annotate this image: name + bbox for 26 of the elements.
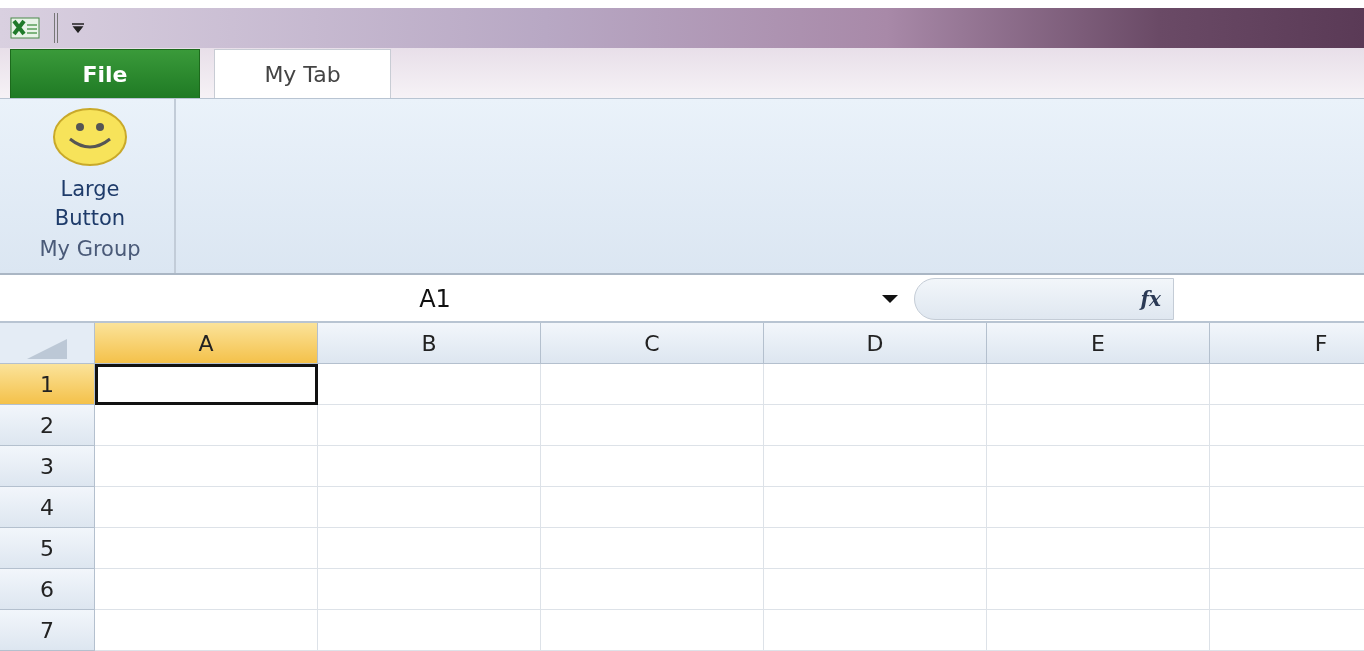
row-header[interactable]: 3: [0, 446, 95, 487]
row-header[interactable]: 4: [0, 487, 95, 528]
customize-toolbar-icon[interactable]: [72, 23, 84, 34]
column-header[interactable]: F: [1210, 323, 1364, 364]
table-cell[interactable]: [95, 364, 318, 405]
corner-triangle-icon: [27, 339, 67, 359]
select-all-corner[interactable]: [0, 323, 95, 364]
spreadsheet-app-icon[interactable]: [10, 17, 40, 40]
row-header[interactable]: 7: [0, 610, 95, 651]
insert-function-button[interactable]: fx: [1140, 286, 1161, 311]
group-label: My Group: [39, 237, 141, 262]
row-header[interactable]: 5: [0, 528, 95, 569]
column-header[interactable]: A: [95, 323, 318, 364]
row-header[interactable]: 6: [0, 569, 95, 610]
column-header[interactable]: D: [764, 323, 987, 364]
name-box[interactable]: A1: [0, 284, 870, 313]
ribbon-tab[interactable]: File: [10, 49, 200, 99]
column-header[interactable]: B: [318, 323, 541, 364]
column-header[interactable]: E: [987, 323, 1210, 364]
smiley-icon: [52, 107, 128, 168]
row-header[interactable]: 2: [0, 405, 95, 446]
dropdown-caret-icon[interactable]: [882, 294, 898, 303]
ribbon-tab[interactable]: My Tab: [214, 49, 391, 99]
large-button[interactable]: Large Button: [35, 99, 145, 234]
column-header[interactable]: C: [541, 323, 764, 364]
row-header[interactable]: 1: [0, 364, 95, 405]
